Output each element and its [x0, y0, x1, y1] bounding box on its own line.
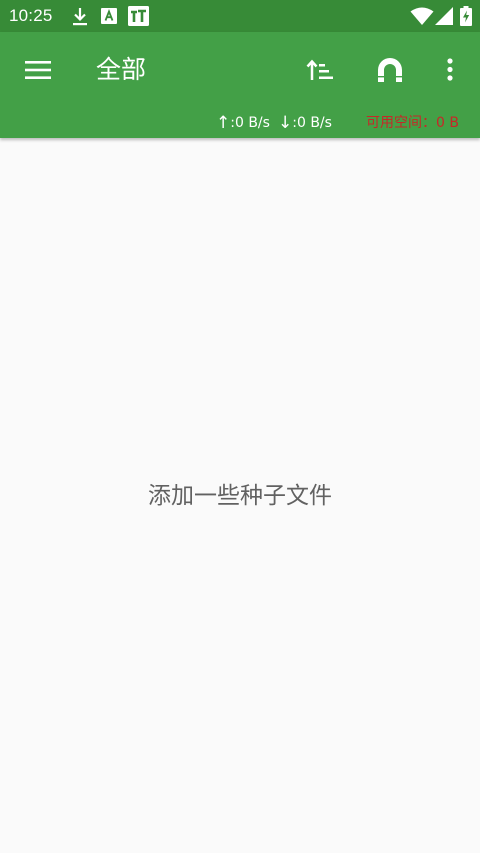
free-space-label: 可用空间：0 B [366, 115, 459, 131]
download-speed-value: :0 B/s [292, 115, 332, 131]
more-options-button[interactable] [426, 46, 474, 94]
download-icon [73, 8, 87, 26]
sort-icon [306, 59, 333, 80]
signal-icon [435, 7, 453, 25]
upload-speed-value: :0 B/s [230, 115, 270, 131]
empty-state-message: 添加一些种子文件 [148, 483, 332, 509]
magnet-icon [378, 58, 402, 82]
tt-app-icon [128, 6, 149, 26]
more-vert-icon [447, 58, 453, 81]
app-bar: 全部 ↑:0 B/s ↓:0 B/s 可用空间：0 B [0, 32, 480, 138]
battery-charging-icon [460, 6, 472, 26]
wifi-icon [410, 7, 434, 25]
status-bar: 10:25 [0, 0, 480, 32]
add-magnet-button[interactable] [366, 46, 414, 94]
text-a-icon [101, 8, 117, 24]
download-speed: ↓:0 B/s [278, 113, 332, 133]
menu-button[interactable] [14, 46, 62, 94]
sort-button[interactable] [296, 46, 344, 94]
download-arrow-icon: ↓ [278, 113, 293, 133]
upload-speed: ↑:0 B/s [216, 113, 270, 133]
page-title: 全部 [96, 55, 147, 84]
hamburger-menu-icon [25, 61, 51, 79]
status-time: 10:25 [9, 6, 53, 25]
upload-arrow-icon: ↑ [216, 113, 231, 133]
